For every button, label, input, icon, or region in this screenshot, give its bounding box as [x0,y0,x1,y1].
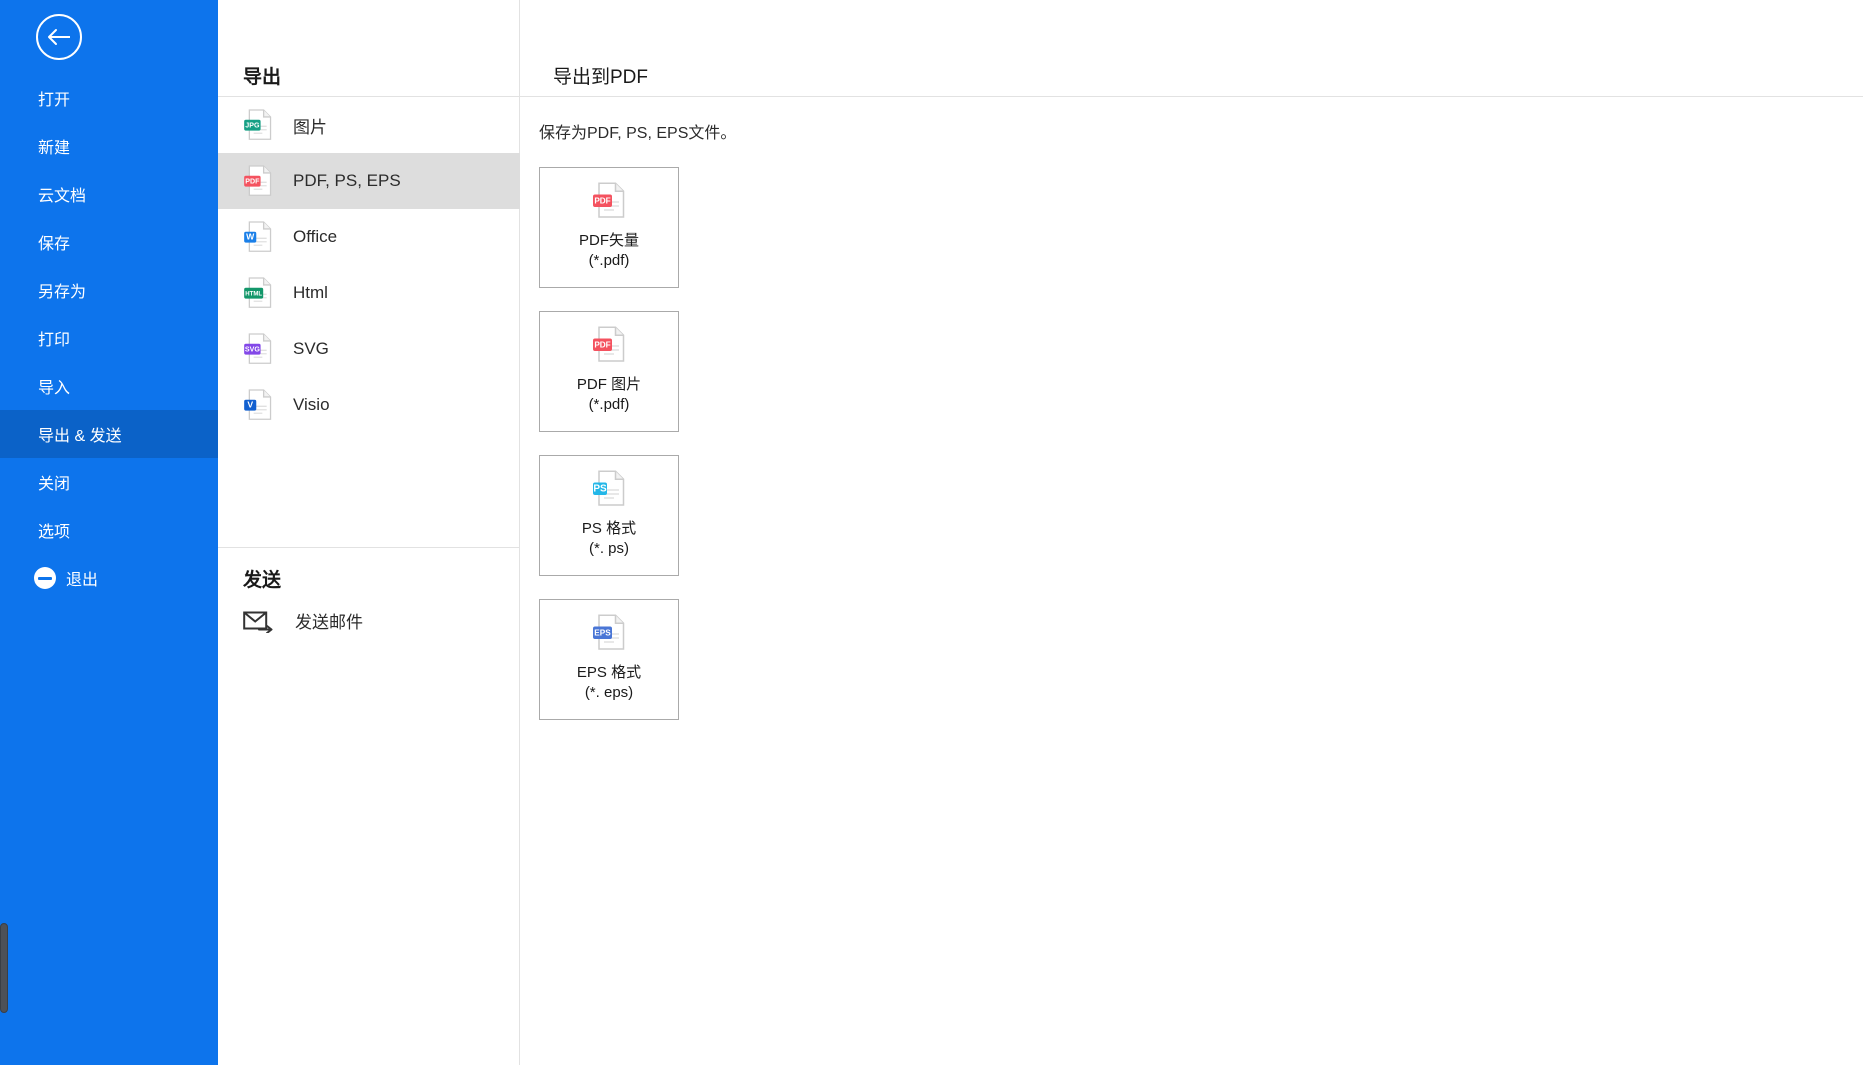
export-content-panel: 导出到PDF 保存为PDF, PS, EPS文件。 PDF PDF矢量 (*.pdf… [520,0,1863,1065]
svg-text:PDF: PDF [245,178,260,186]
sidebar-item-label: 关闭 [38,476,71,493]
export-item-label: Visio [293,395,330,414]
sidebar-item-cloud-doc[interactable]: 云文档 [0,170,218,218]
svg-text:W: W [246,232,255,242]
panel-divider [218,547,520,548]
jpg-file-icon: JPG [243,109,273,141]
sidebar-item-export-and-send[interactable]: 导出 & 发送 [0,410,218,458]
send-mail-label: 发送邮件 [295,613,363,632]
card-extension: (*. eps) [584,683,634,701]
file-sheet-glyph: PDF [593,182,625,218]
file-sheet-glyph: V [244,389,272,420]
export-item-svg[interactable]: SVG SVG [218,321,520,377]
pdf-file-icon: PDF [592,326,626,363]
card-title: PDF 图片 [576,376,642,393]
file-sheet-glyph: PDF [244,165,272,196]
export-item-label: 图片 [293,117,327,137]
svg-text:EPS: EPS [594,629,611,638]
export-format-list: JPG 图片 PDF PDF, PS, EPS W Office HTML Html SVG SV… [218,97,520,433]
ps-file-icon: PS [592,470,626,507]
left-scrollbar-thumb[interactable] [0,923,8,1013]
export-item-visio[interactable]: V Visio [218,377,520,433]
html-file-icon: HTML [243,277,273,309]
file-sheet-glyph: W [244,221,272,252]
export-item-image[interactable]: JPG 图片 [218,97,520,153]
card-extension: (*.pdf) [588,251,630,269]
svg-text:HTML: HTML [245,292,262,298]
word-file-icon: W [243,221,273,253]
content-description: 保存为PDF, PS, EPS文件。 [539,125,737,142]
export-option-cards: PDF PDF矢量 (*.pdf) PDF PDF 图片 (*.pdf) PS PS 格式 (*… [539,167,679,743]
sidebar-item-label: 退出 [66,572,99,589]
export-item-label: PDF, PS, EPS [293,171,401,190]
file-sheet-glyph: JPG [244,109,272,140]
back-arrow-icon[interactable] [36,14,82,60]
svg-text:PDF: PDF [594,197,610,206]
pdf-vector-card[interactable]: PDF PDF矢量 (*.pdf) [539,167,679,288]
svg-file-icon: SVG [243,333,273,365]
sidebar-item-label: 导入 [38,380,71,397]
sidebar-item-new[interactable]: 新建 [0,122,218,170]
sidebar-item-open[interactable]: 打开 [0,74,218,122]
export-item-pdf-ps-eps[interactable]: PDF PDF, PS, EPS [218,153,520,209]
svg-text:SVG: SVG [245,346,260,354]
export-item-label: SVG [293,339,329,358]
card-extension: (*. ps) [588,539,629,557]
sidebar-item-label: 导出 & 发送 [38,428,122,445]
mail-send-icon [243,611,273,633]
application-window: 打开新建云文档保存另存为打印导入导出 & 发送关闭选项退出 亿图图示 [0,0,1863,1065]
card-title: PDF矢量 [578,232,639,249]
content-title: 导出到PDF [553,67,649,88]
export-item-label: Html [293,283,328,302]
file-sheet-glyph: HTML [244,277,272,308]
send-heading: 发送 [243,570,282,591]
pdf-file-icon: PDF [592,182,626,219]
export-item-html[interactable]: HTML Html [218,265,520,321]
file-sheet-glyph: PS [593,470,625,506]
export-panel-header: 导出 [218,0,520,97]
back-arrow-glyph [48,29,70,45]
sidebar-item-label: 打开 [38,92,71,109]
eps-format-card[interactable]: EPS EPS 格式 (*. eps) [539,599,679,720]
export-item-office[interactable]: W Office [218,209,520,265]
sidebar-item-options[interactable]: 选项 [0,506,218,554]
pdf-image-card[interactable]: PDF PDF 图片 (*.pdf) [539,311,679,432]
sidebar-item-label: 新建 [38,140,71,157]
sidebar-item-label: 云文档 [38,188,87,205]
content-header: 导出到PDF [520,0,1863,97]
card-title: PS 格式 [581,520,637,537]
card-title: EPS 格式 [576,664,642,681]
visio-file-icon: V [243,389,273,421]
svg-text:V: V [247,400,253,410]
svg-text:JPG: JPG [245,122,260,130]
sidebar-item-label: 打印 [38,332,71,349]
send-mail-item[interactable]: 发送邮件 [243,608,363,633]
sidebar-nav-list: 打开新建云文档保存另存为打印导入导出 & 发送 关闭选项退出 [0,74,218,602]
file-sheet-glyph: SVG [244,333,272,364]
sidebar-item-exit[interactable]: 退出 [0,554,218,602]
sidebar-item-label: 保存 [38,236,71,253]
svg-text:PS: PS [593,484,607,495]
sidebar-item-print[interactable]: 打印 [0,314,218,362]
sidebar-item-close[interactable]: 关闭 [0,458,218,506]
file-sheet-glyph: PDF [593,326,625,362]
sidebar-item-label: 另存为 [38,284,87,301]
backstage-sidebar: 打开新建云文档保存另存为打印导入导出 & 发送 关闭选项退出 [0,0,218,1065]
export-item-label: Office [293,227,338,246]
sidebar-item-import[interactable]: 导入 [0,362,218,410]
sidebar-item-label: 选项 [38,524,71,541]
exit-circle-icon [34,567,56,589]
export-middle-panel: 导出 JPG 图片 PDF PDF, PS, EPS W Office HTML Html SV… [218,0,520,1065]
file-sheet-glyph: EPS [593,614,625,650]
sidebar-item-save[interactable]: 保存 [0,218,218,266]
pdf-file-icon: PDF [243,165,273,197]
svg-text:PDF: PDF [594,341,610,350]
export-heading: 导出 [243,67,282,88]
ps-format-card[interactable]: PS PS 格式 (*. ps) [539,455,679,576]
eps-file-icon: EPS [592,614,626,651]
sidebar-item-save-as[interactable]: 另存为 [0,266,218,314]
card-extension: (*.pdf) [588,395,630,413]
